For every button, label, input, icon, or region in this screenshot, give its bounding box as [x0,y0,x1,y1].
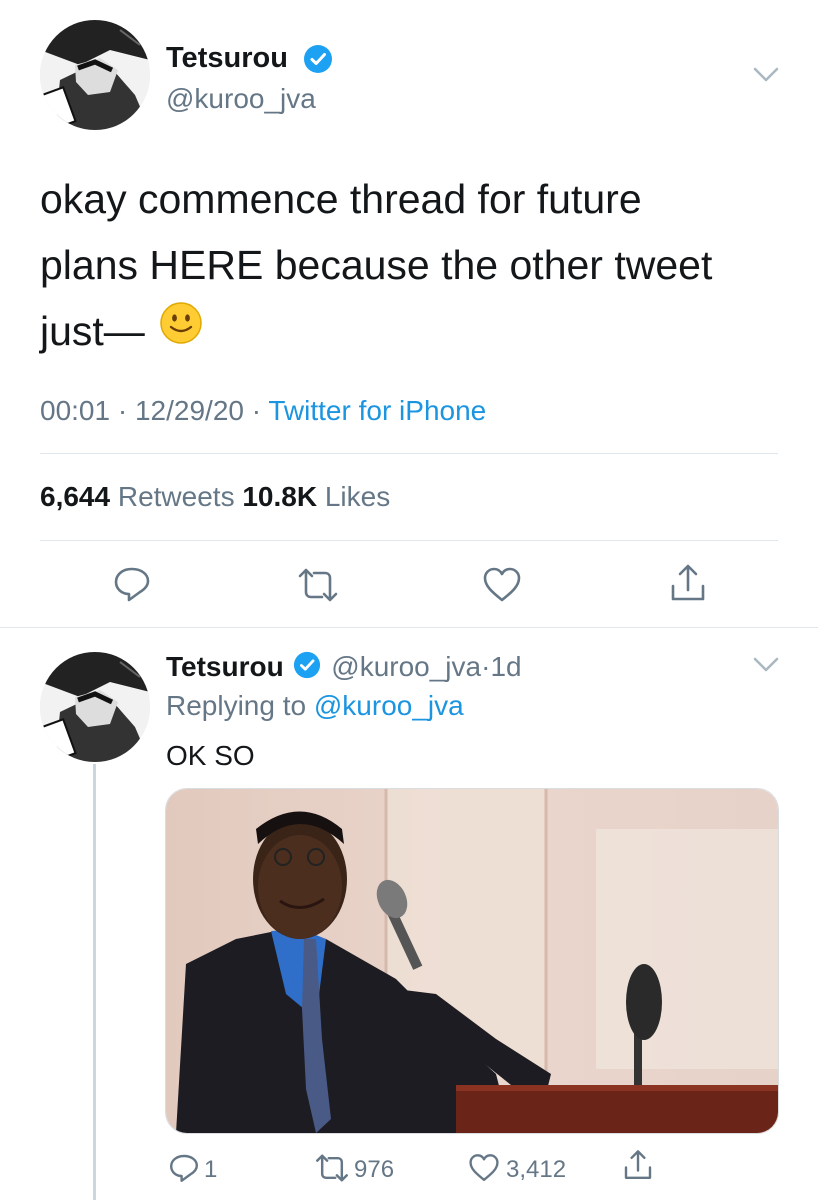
verified-badge-icon [303,44,333,79]
tweet-text-line: just— [40,298,800,364]
tweet-timestamp: 00:01 · 12/29/20 · Twitter for iPhone [40,394,486,428]
retweets-stat[interactable]: 6,644 Retweets [40,481,242,512]
separator-dot: · [251,395,262,426]
retweet-icon[interactable] [296,568,340,602]
tweet-text-line: plans HERE because the other tweet [40,242,713,288]
thread-line [93,764,96,1200]
share-icon[interactable] [622,1148,654,1182]
replying-to: Replying to @kuroo_jva [166,689,464,723]
retweet-count: 976 [354,1156,395,1183]
reply-handle[interactable]: @kuroo_jva [331,651,481,682]
like-count: 3,412 [506,1156,567,1183]
divider [40,540,778,541]
engagement-stats: 6,644 Retweets 10.8K Likes [40,480,390,514]
divider [40,453,778,454]
smiley-emoji [159,298,203,364]
likes-count: 10.8K [242,481,318,512]
likes-label: Likes [324,481,391,512]
reply-icon[interactable] [112,565,152,603]
main-avatar[interactable] [40,20,150,130]
chevron-down-icon[interactable] [752,656,780,674]
share-icon[interactable] [668,562,708,604]
likes-stat[interactable]: 10.8K Likes [242,481,390,512]
chevron-down-icon[interactable] [752,66,780,84]
reply-age[interactable]: 1d [490,651,521,682]
tweet-text-line: okay commence thread for future [40,176,642,222]
tweet-date: 12/29/20 [134,395,244,426]
tweet-time: 00:01 [40,395,111,426]
retweets-label: Retweets [117,481,235,512]
like-icon[interactable] [482,566,522,604]
reply-icon[interactable] [168,1152,200,1184]
tweet-media-image[interactable] [165,788,779,1134]
retweets-count: 6,644 [40,481,111,512]
main-display-name[interactable]: Tetsurou [166,41,288,75]
retweet-icon[interactable] [314,1154,350,1182]
tweet-text-line-content: just— [40,308,145,354]
separator-dot: · [117,395,128,426]
replying-handle-link[interactable]: @kuroo_jva [314,690,464,721]
reply-avatar[interactable] [40,652,150,762]
main-tweet-text: okay commence thread for future plans HE… [40,166,800,364]
verified-badge-icon [293,651,321,687]
reply-display-name[interactable]: Tetsurou [166,651,284,682]
reply-header: Tetsurou @kuroo_jva·1d [166,650,522,687]
main-handle[interactable]: @kuroo_jva [166,82,316,116]
divider [0,627,818,628]
replying-prefix: Replying to [166,690,307,721]
reply-count: 1 [204,1156,218,1183]
tweet-source-link[interactable]: Twitter for iPhone [268,395,486,426]
reply-tweet-text: OK SO [166,740,255,771]
like-icon[interactable] [468,1153,500,1183]
